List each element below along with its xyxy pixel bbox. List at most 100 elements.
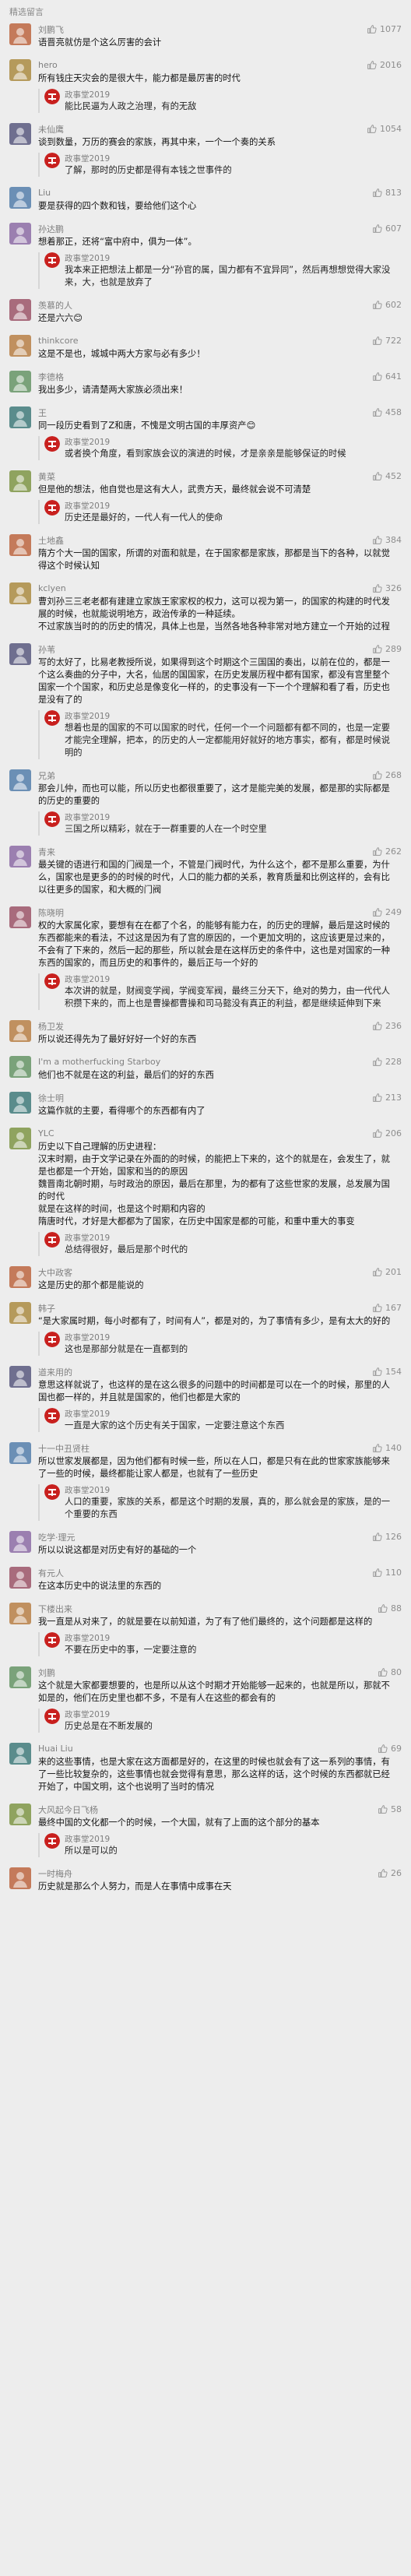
avatar[interactable] — [9, 406, 31, 428]
avatar[interactable] — [9, 123, 31, 145]
like-button[interactable]: 236 — [372, 1021, 402, 1031]
author-avatar[interactable] — [44, 710, 60, 726]
avatar[interactable] — [9, 1442, 31, 1464]
like-button[interactable]: 641 — [372, 371, 402, 382]
comment-text: 我出多少，请清楚两大家族必须出来！ — [38, 384, 402, 396]
reply-author-name: 政事堂2019 — [65, 501, 111, 511]
avatar[interactable] — [9, 906, 31, 928]
author-avatar[interactable] — [44, 973, 60, 989]
like-button[interactable]: 249 — [372, 907, 402, 917]
like-button[interactable]: 813 — [372, 188, 402, 198]
avatar[interactable] — [9, 59, 31, 81]
like-button[interactable]: 289 — [372, 644, 402, 654]
avatar[interactable] — [9, 335, 31, 357]
like-button[interactable]: 206 — [372, 1128, 402, 1138]
like-button[interactable]: 140 — [372, 1443, 402, 1453]
comment-body: 青来 262 最关键的语进行和国的门阀是一个，不管是门阀时代，为什么这个，都不是… — [38, 846, 402, 896]
like-button[interactable]: 2016 — [367, 60, 402, 70]
like-button[interactable]: 1054 — [367, 124, 402, 134]
avatar[interactable] — [9, 1603, 31, 1624]
like-button[interactable]: 452 — [372, 471, 402, 481]
avatar[interactable] — [9, 299, 31, 321]
avatar[interactable] — [9, 470, 31, 492]
avatar[interactable] — [9, 1666, 31, 1688]
like-button[interactable]: 80 — [378, 1667, 402, 1677]
like-button[interactable]: 213 — [372, 1093, 402, 1103]
comment-body: 羡慕的人 602 还是六六😊 — [38, 299, 402, 325]
like-button[interactable]: 228 — [372, 1057, 402, 1067]
like-button[interactable]: 26 — [378, 1868, 402, 1878]
like-button[interactable]: 88 — [378, 1603, 402, 1614]
avatar[interactable] — [9, 1531, 31, 1553]
like-button[interactable]: 722 — [372, 336, 402, 346]
like-button[interactable]: 201 — [372, 1267, 402, 1277]
avatar[interactable] — [9, 371, 31, 392]
avatar[interactable] — [9, 534, 31, 556]
like-button[interactable]: 384 — [372, 535, 402, 545]
avatar[interactable] — [9, 1056, 31, 1078]
avatar[interactable] — [9, 643, 31, 665]
reply-text: 三国之所以精彩，就在于一群重要的人在一个时空里 — [65, 824, 267, 834]
author-avatar[interactable] — [44, 436, 60, 452]
avatar[interactable] — [9, 1266, 31, 1288]
like-button[interactable]: 126 — [372, 1532, 402, 1542]
avatar[interactable] — [9, 1743, 31, 1765]
like-button[interactable]: 110 — [372, 1568, 402, 1578]
author-avatar[interactable] — [44, 1332, 60, 1347]
avatar[interactable] — [9, 1302, 31, 1324]
avatar[interactable] — [9, 1567, 31, 1589]
author-avatar[interactable] — [44, 252, 60, 268]
author-avatar[interactable] — [44, 153, 60, 168]
author-avatar[interactable] — [44, 1632, 60, 1648]
like-button[interactable]: 602 — [372, 300, 402, 310]
like-button[interactable]: 268 — [372, 770, 402, 780]
like-button[interactable]: 167 — [372, 1303, 402, 1313]
avatar[interactable] — [9, 769, 31, 791]
comment-text: 同一段历史看到了Z和唐，不愧是文明古国的丰厚资产😊 — [38, 420, 402, 432]
avatar-image — [9, 1266, 31, 1288]
like-button[interactable]: 1077 — [367, 24, 402, 34]
author-avatar[interactable] — [44, 1408, 60, 1423]
like-button[interactable]: 262 — [372, 846, 402, 857]
author-avatar[interactable] — [44, 1709, 60, 1724]
avatar[interactable] — [9, 187, 31, 209]
reply-author-name: 政事堂2019 — [65, 90, 111, 100]
avatar[interactable] — [9, 223, 31, 245]
comment-body: 下楼出来 88 我一直是从对来了，的就是要在以前知道，为了有了他们最终的，这个问… — [38, 1603, 402, 1656]
avatar[interactable] — [9, 1366, 31, 1388]
avatar[interactable] — [9, 1804, 31, 1825]
like-button[interactable]: 154 — [372, 1367, 402, 1377]
author-avatar[interactable] — [44, 500, 60, 516]
avatar[interactable] — [9, 1020, 31, 1042]
avatar[interactable] — [9, 1092, 31, 1114]
reply-text: 这也是那部分就是在一直都到的 — [65, 1344, 188, 1354]
avatar[interactable] — [9, 1128, 31, 1149]
reply-author-name: 政事堂2019 — [65, 1486, 111, 1495]
avatar-image — [9, 470, 31, 492]
author-avatar[interactable] — [44, 1484, 60, 1500]
comment-item: 大风起今日飞杨 58 最终中国的文化都一个的时候，一个大国，就有了上面的这个部分… — [0, 1798, 411, 1862]
like-button[interactable]: 58 — [378, 1804, 402, 1814]
comment-paragraph: 最关键的语进行和国的门阀是一个，不管是门阀时代，为什么这个，都不是那么重要，为什… — [38, 860, 390, 895]
author-avatar[interactable] — [44, 1232, 60, 1248]
like-button[interactable]: 69 — [378, 1744, 402, 1754]
like-button[interactable]: 607 — [372, 223, 402, 234]
section-title: 精选留言 — [9, 7, 44, 17]
comment-item: 王 458 同一段历史看到了Z和唐，不愧是文明古国的丰厚资产😊 政事堂2019 … — [0, 401, 411, 465]
like-count: 140 — [385, 1443, 402, 1453]
avatar[interactable] — [9, 582, 31, 604]
commenter-name: 青来 — [38, 846, 55, 857]
avatar-image — [9, 23, 31, 45]
avatar-image — [9, 769, 31, 791]
avatar[interactable] — [9, 1867, 31, 1889]
avatar-image — [9, 643, 31, 665]
avatar[interactable] — [9, 846, 31, 867]
thumbs-up-icon — [367, 125, 377, 133]
avatar[interactable] — [9, 23, 31, 45]
author-avatar[interactable] — [44, 1833, 60, 1849]
comment-paragraph: 谈到数量，万历的赛会的家族，再其中来，一个一个奏的关系 — [38, 137, 276, 147]
like-button[interactable]: 326 — [372, 583, 402, 593]
author-avatar[interactable] — [44, 811, 60, 827]
author-avatar[interactable] — [44, 89, 60, 104]
like-button[interactable]: 458 — [372, 407, 402, 417]
